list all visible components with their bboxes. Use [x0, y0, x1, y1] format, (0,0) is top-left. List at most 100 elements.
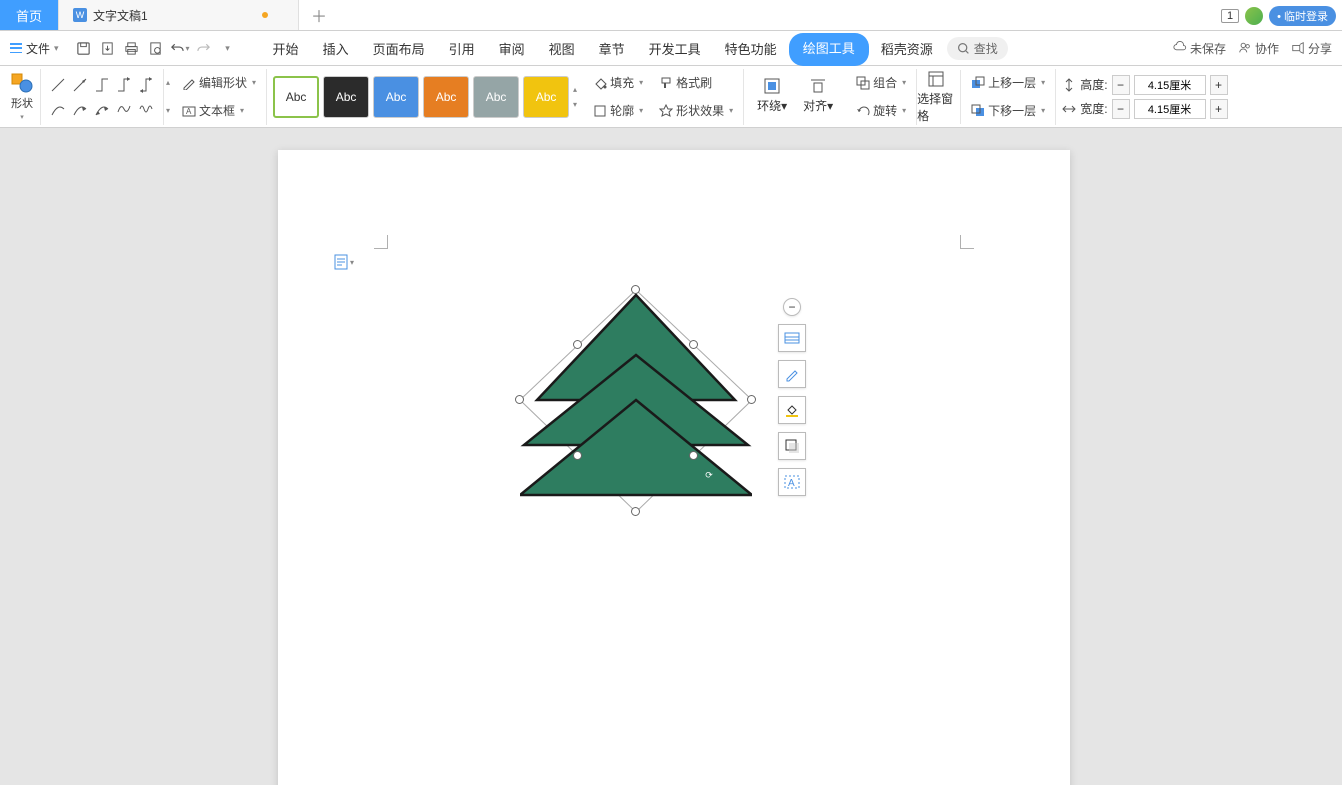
- style-2[interactable]: Abc: [323, 76, 369, 118]
- document-tab-label: 文字文稿1: [93, 7, 148, 24]
- home-tab[interactable]: 首页: [0, 0, 59, 30]
- float-collapse[interactable]: −: [783, 298, 801, 316]
- style-1[interactable]: Abc: [273, 76, 319, 118]
- search-box[interactable]: 查找: [947, 37, 1008, 60]
- menu-view[interactable]: 视图: [537, 31, 587, 66]
- height-minus[interactable]: −: [1112, 75, 1130, 95]
- rotate-handle[interactable]: ⟳: [702, 468, 716, 482]
- ribbon: 形状▾ ▴ ▾ 编辑形状▾ A文本框▾ Abc Abc Abc Abc Abc …: [0, 66, 1342, 128]
- handle-s[interactable]: [631, 507, 640, 516]
- line-curve-double[interactable]: [91, 97, 113, 121]
- selection-pane-button[interactable]: 选择窗格: [917, 70, 961, 124]
- line-scribble[interactable]: [135, 97, 157, 121]
- save-button[interactable]: [73, 37, 95, 59]
- menu-review[interactable]: 审阅: [487, 31, 537, 66]
- handle-w[interactable]: [515, 395, 524, 404]
- menu-res[interactable]: 稻壳资源: [869, 31, 945, 66]
- coop-link[interactable]: 协作: [1238, 40, 1279, 57]
- export-button[interactable]: [97, 37, 119, 59]
- group-button[interactable]: 组合▾: [852, 72, 910, 93]
- send-backward-button[interactable]: 下移一层▾: [967, 100, 1049, 121]
- unsave-link[interactable]: 未保存: [1173, 40, 1226, 57]
- wrap-button[interactable]: 环绕▾: [750, 69, 794, 123]
- width-plus[interactable]: +: [1210, 99, 1228, 119]
- line-elbow-arrow[interactable]: [113, 73, 135, 97]
- handle-ne[interactable]: [689, 340, 698, 349]
- edit-shape-button[interactable]: 编辑形状▾: [178, 72, 260, 93]
- group-icon: [856, 76, 870, 90]
- dimension-group: 高度: − + 宽度: − +: [1056, 75, 1233, 119]
- preview-button[interactable]: [145, 37, 167, 59]
- undo-button[interactable]: ▾: [169, 37, 191, 59]
- menu-start[interactable]: 开始: [261, 31, 311, 66]
- selected-shape[interactable]: ⟳: [520, 290, 752, 512]
- login-badge[interactable]: • 临时登录: [1269, 6, 1336, 26]
- search-label: 查找: [974, 40, 998, 57]
- float-layout[interactable]: [778, 324, 806, 352]
- redo-button[interactable]: [193, 37, 215, 59]
- style-4[interactable]: Abc: [423, 76, 469, 118]
- menu-insert[interactable]: 插入: [311, 31, 361, 66]
- document-tab[interactable]: W 文字文稿1: [59, 0, 299, 30]
- menu-dev[interactable]: 开发工具: [637, 31, 713, 66]
- line-freeform[interactable]: [113, 97, 135, 121]
- float-fill[interactable]: [778, 396, 806, 424]
- line-elbow-double[interactable]: [135, 73, 157, 97]
- handle-se[interactable]: [689, 451, 698, 460]
- height-input[interactable]: [1134, 75, 1206, 95]
- paragraph-toggle[interactable]: ▾: [334, 254, 354, 270]
- menu-ref[interactable]: 引用: [437, 31, 487, 66]
- style-3[interactable]: Abc: [373, 76, 419, 118]
- group-rotate: 组合▾ 旋转▾: [846, 69, 917, 125]
- float-shadow[interactable]: [778, 432, 806, 460]
- style-6[interactable]: Abc: [523, 76, 569, 118]
- style-5[interactable]: Abc: [473, 76, 519, 118]
- qat-more[interactable]: ▾: [217, 37, 239, 59]
- line-arrow[interactable]: [69, 73, 91, 97]
- handle-nw[interactable]: [573, 340, 582, 349]
- lines-scroll-up[interactable]: ▴: [166, 78, 170, 87]
- bring-forward-button[interactable]: 上移一层▾: [967, 72, 1049, 93]
- align-button[interactable]: 对齐▾: [796, 69, 840, 123]
- share-link[interactable]: 分享: [1291, 40, 1332, 57]
- style-scroll-down[interactable]: ▾: [573, 100, 577, 109]
- textbox-button[interactable]: A文本框▾: [178, 100, 260, 121]
- share-icon: [1291, 41, 1305, 55]
- tab-count[interactable]: 1: [1221, 9, 1239, 23]
- style-scroll-up[interactable]: ▴: [573, 85, 577, 94]
- handle-sw[interactable]: [573, 451, 582, 460]
- pen-icon: [784, 366, 800, 382]
- line-curve[interactable]: [47, 97, 69, 121]
- handle-n[interactable]: [631, 285, 640, 294]
- width-minus[interactable]: −: [1112, 99, 1130, 119]
- line-elbow[interactable]: [91, 73, 113, 97]
- file-menu[interactable]: 文件 ▾: [4, 36, 65, 61]
- outline-button[interactable]: 轮廓▾: [589, 100, 647, 121]
- canvas-area[interactable]: ▾ ⟳: [0, 128, 1342, 785]
- line-straight[interactable]: [47, 73, 69, 97]
- avatar-icon[interactable]: [1245, 7, 1263, 25]
- svg-text:A: A: [186, 107, 192, 116]
- format-group: 填充▾ 格式刷 轮廓▾ 形状效果▾: [583, 69, 744, 125]
- menu-layout[interactable]: 页面布局: [361, 31, 437, 66]
- float-text[interactable]: A: [778, 468, 806, 496]
- height-plus[interactable]: +: [1210, 75, 1228, 95]
- page[interactable]: ▾ ⟳: [278, 150, 1070, 785]
- new-tab-button[interactable]: ＋: [299, 0, 339, 30]
- line-curve-arrow[interactable]: [69, 97, 91, 121]
- shape-gallery-button[interactable]: 形状▾: [10, 72, 34, 122]
- floating-toolbar: − A: [778, 298, 806, 496]
- menu-draw[interactable]: 绘图工具: [789, 33, 869, 66]
- effect-button[interactable]: 形状效果▾: [655, 100, 737, 121]
- float-pen[interactable]: [778, 360, 806, 388]
- menu-chapter[interactable]: 章节: [587, 31, 637, 66]
- arrange-group: 环绕▾ 对齐▾: [744, 69, 846, 125]
- handle-e[interactable]: [747, 395, 756, 404]
- fill-button[interactable]: 填充▾: [589, 72, 647, 93]
- lines-scroll-down[interactable]: ▾: [166, 106, 170, 115]
- menu-special[interactable]: 特色功能: [713, 31, 789, 66]
- print-button[interactable]: [121, 37, 143, 59]
- rotate-button[interactable]: 旋转▾: [852, 100, 910, 121]
- format-painter-button[interactable]: 格式刷: [655, 72, 716, 93]
- width-input[interactable]: [1134, 99, 1206, 119]
